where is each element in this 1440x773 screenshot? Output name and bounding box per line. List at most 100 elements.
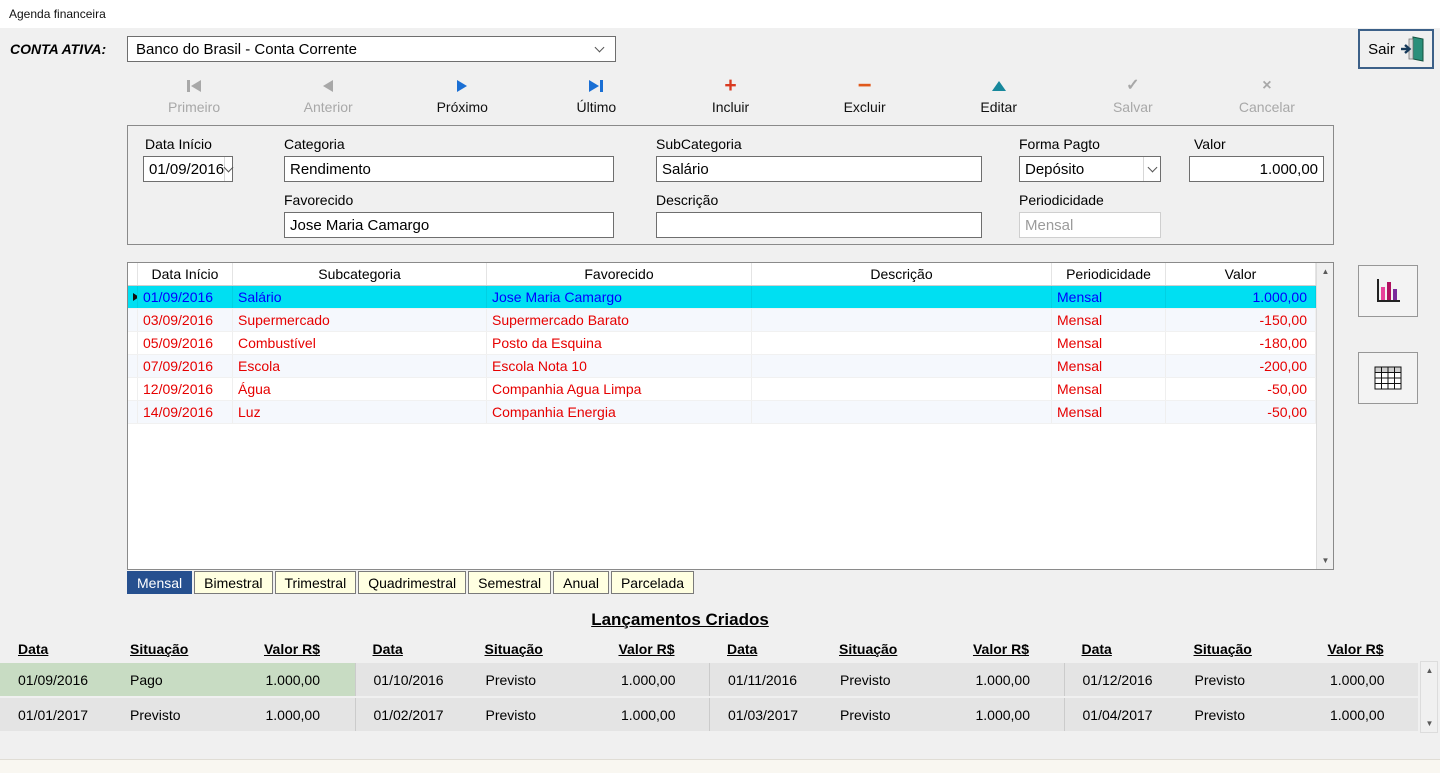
grid-header-row: Data Início Subcategoria Favorecido Desc… — [128, 263, 1316, 286]
lanc-situacao: Previsto — [1194, 671, 1246, 688]
subcategory-field[interactable] — [656, 156, 982, 182]
edit-record-label: Editar — [980, 99, 1017, 115]
grid-header-valor[interactable]: Valor — [1166, 263, 1316, 285]
tab-quadrimestral[interactable]: Quadrimestral — [358, 571, 467, 594]
chart-icon — [1377, 279, 1400, 302]
lancamento-cell-group[interactable]: 01/03/2017 Previsto 1.000,00 — [709, 698, 1064, 731]
cancel-x-icon: × — [1262, 77, 1272, 94]
lancamentos-scrollbar[interactable]: ▲ ▼ — [1420, 661, 1438, 733]
lancamento-cell-group[interactable]: 01/12/2016 Previsto 1.000,00 — [1063, 663, 1419, 696]
lancamentos-title: Lançamentos Criados — [591, 610, 769, 629]
cell-favorecido: Companhia Agua Limpa — [487, 378, 752, 400]
exit-button[interactable]: Sair — [1358, 29, 1434, 69]
tab-anual[interactable]: Anual — [553, 571, 609, 594]
cell-periodicidade: Mensal — [1052, 378, 1166, 400]
chevron-down-icon[interactable] — [1143, 157, 1160, 181]
grid-header-indicator — [128, 263, 138, 285]
col-situacao: Situação — [839, 641, 898, 657]
periodicity-field — [1019, 212, 1161, 238]
table-row[interactable]: 05/09/2016 Combustível Posto da Esquina … — [128, 332, 1316, 355]
tab-semestral[interactable]: Semestral — [468, 571, 552, 594]
chevron-down-icon[interactable] — [591, 42, 607, 52]
agenda-financeira-window: Agenda financeira CONTA ATIVA: Banco do … — [0, 0, 1440, 773]
lancamento-cell-group[interactable]: 01/04/2017 Previsto 1.000,00 — [1063, 698, 1419, 731]
cell-subcategoria: Combustível — [233, 332, 487, 354]
scroll-down-icon[interactable]: ▼ — [1317, 552, 1334, 569]
amount-field[interactable] — [1189, 156, 1324, 182]
cell-descricao — [752, 286, 1052, 308]
lanc-situacao: Previsto — [840, 671, 891, 688]
exit-button-label: Sair — [1368, 40, 1395, 58]
scroll-up-icon[interactable]: ▲ — [1421, 662, 1438, 679]
account-select[interactable]: Banco do Brasil - Conta Corrente — [127, 36, 616, 62]
record-toolbar: Primeiro Anterior Próximo Último + Inclu… — [127, 72, 1334, 120]
description-field[interactable] — [656, 212, 982, 238]
tab-mensal[interactable]: Mensal — [127, 571, 193, 594]
tab-parcelada[interactable]: Parcelada — [610, 571, 695, 594]
table-row[interactable]: 03/09/2016 Supermercado Supermercado Bar… — [128, 309, 1316, 332]
lanc-header-group: Data Situação Valor R$ — [0, 641, 355, 657]
cell-valor: -200,00 — [1166, 355, 1316, 377]
chevron-down-icon[interactable] — [223, 157, 234, 181]
grid-header-subcategoria[interactable]: Subcategoria — [233, 263, 487, 285]
previous-record-button[interactable]: Anterior — [261, 78, 395, 120]
cell-periodicidade: Mensal — [1052, 309, 1166, 331]
lanc-valor: 1.000,00 — [621, 671, 676, 688]
lanc-valor: 1.000,00 — [975, 671, 1031, 688]
grid-body: 01/09/2016 Salário Jose Maria Camargo Me… — [128, 286, 1316, 424]
first-record-icon — [187, 78, 202, 94]
delete-record-button[interactable]: − Excluir — [798, 72, 932, 120]
col-valor: Valor R$ — [618, 641, 675, 657]
cell-valor: -50,00 — [1166, 378, 1316, 400]
lancamento-cell-group[interactable]: 01/11/2016 Previsto 1.000,00 — [709, 663, 1064, 696]
tab-bimestral[interactable]: Bimestral — [194, 571, 273, 594]
grid-header-periodicidade[interactable]: Periodicidade — [1052, 263, 1166, 285]
grid-header-descricao[interactable]: Descrição — [752, 263, 1052, 285]
payee-field[interactable] — [284, 212, 614, 238]
window-title: Agenda financeira — [9, 7, 106, 21]
payee-label: Favorecido — [284, 192, 354, 208]
cancel-record-label: Cancelar — [1238, 99, 1295, 115]
spreadsheet-button[interactable] — [1358, 352, 1418, 404]
lanc-valor: 1.000,00 — [265, 671, 321, 688]
col-data: Data — [1081, 641, 1112, 657]
remove-icon: − — [857, 72, 872, 99]
lancamento-cell-group[interactable]: 01/10/2016 Previsto 1.000,00 — [354, 663, 710, 696]
last-record-button[interactable]: Último — [529, 78, 663, 120]
edit-icon — [991, 78, 1006, 94]
table-row[interactable]: 01/09/2016 Salário Jose Maria Camargo Me… — [128, 286, 1316, 309]
category-field[interactable] — [284, 156, 614, 182]
table-row[interactable]: 12/09/2016 Água Companhia Agua Limpa Men… — [128, 378, 1316, 401]
add-record-button[interactable]: + Incluir — [663, 75, 797, 120]
window-titlebar: Agenda financeira — [0, 0, 1440, 28]
payment-method-select[interactable]: Depósito — [1019, 156, 1161, 182]
table-row[interactable]: 14/09/2016 Luz Companhia Energia Mensal … — [128, 401, 1316, 424]
col-situacao: Situação — [1193, 641, 1252, 657]
lancamento-cell-group[interactable]: 01/02/2017 Previsto 1.000,00 — [354, 698, 710, 731]
lancamento-cell-group[interactable]: 01/01/2017 Previsto 1.000,00 — [0, 698, 355, 731]
tab-trimestral[interactable]: Trimestral — [274, 571, 357, 594]
scroll-down-icon[interactable]: ▼ — [1421, 715, 1438, 732]
next-record-button[interactable]: Próximo — [395, 78, 529, 120]
exit-door-icon — [1400, 36, 1424, 62]
scroll-up-icon[interactable]: ▲ — [1317, 263, 1334, 280]
lancamento-cell-group[interactable]: 01/09/2016 Pago 1.000,00 — [0, 663, 355, 696]
lanc-data: 01/12/2016 — [1082, 671, 1153, 688]
col-situacao: Situação — [484, 641, 543, 657]
grid-scrollbar[interactable]: ▲ ▼ — [1316, 263, 1333, 569]
cell-subcategoria: Escola — [233, 355, 487, 377]
save-record-button[interactable]: ✓ Salvar — [1066, 78, 1200, 120]
first-record-button[interactable]: Primeiro — [127, 78, 261, 120]
grid-header-favorecido[interactable]: Favorecido — [487, 263, 752, 285]
lanc-data: 01/04/2017 — [1082, 706, 1153, 723]
edit-record-button[interactable]: Editar — [932, 78, 1066, 120]
cancel-record-button[interactable]: × Cancelar — [1200, 78, 1334, 120]
lanc-situacao: Previsto — [1194, 706, 1246, 723]
table-row[interactable]: 07/09/2016 Escola Escola Nota 10 Mensal … — [128, 355, 1316, 378]
grid-header-data-inicio[interactable]: Data Início — [138, 263, 233, 285]
save-record-label: Salvar — [1112, 99, 1153, 115]
chart-button[interactable] — [1358, 265, 1418, 317]
cell-data-inicio: 14/09/2016 — [138, 401, 233, 423]
start-date-select[interactable]: 01/09/2016 — [143, 156, 234, 182]
category-label: Categoria — [284, 136, 345, 152]
